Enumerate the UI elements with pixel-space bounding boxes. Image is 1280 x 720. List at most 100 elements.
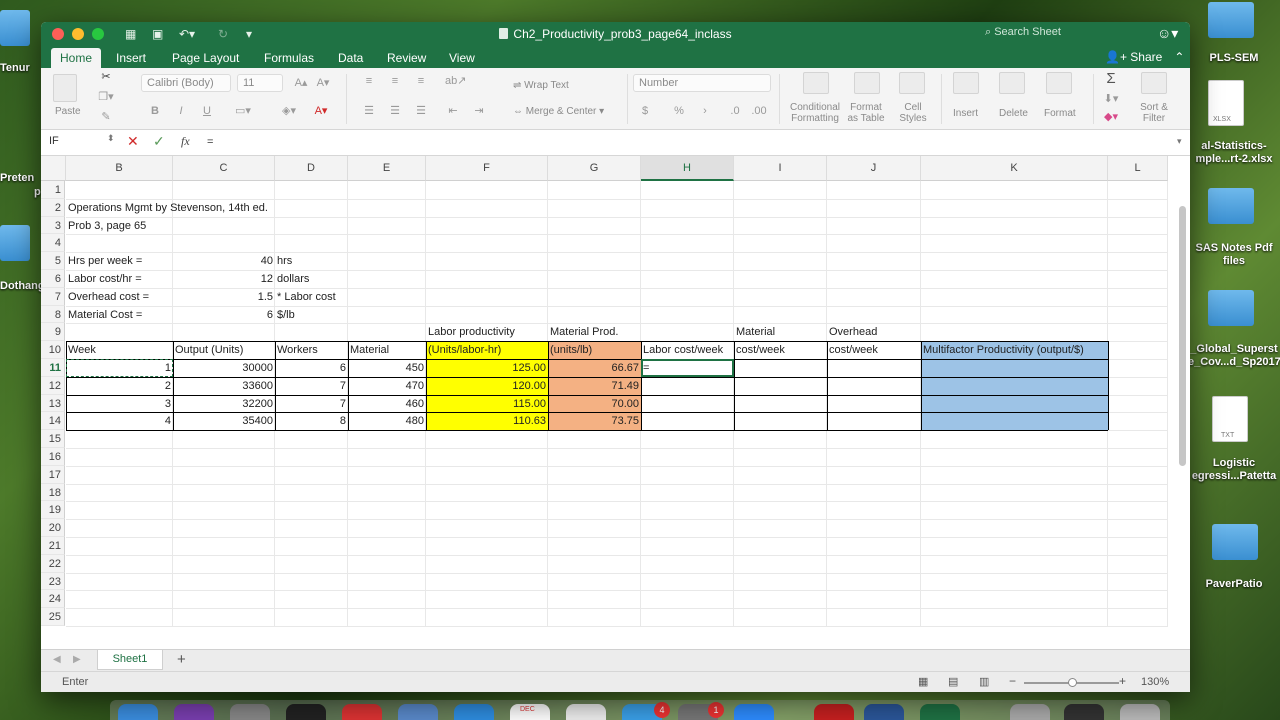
format-cells-button[interactable]: Format	[1044, 108, 1076, 119]
cell-styles-button[interactable]: Cell Styles	[893, 102, 933, 124]
currency-button[interactable]: $	[635, 102, 655, 120]
formula-input[interactable]: =	[207, 136, 213, 148]
table-row-material-productivity[interactable]: 73.75	[548, 412, 641, 430]
delete-cells-icon[interactable]	[999, 72, 1025, 94]
autosum-button[interactable]: Σ	[1101, 70, 1121, 88]
column-header-g[interactable]: G	[548, 156, 641, 181]
align-bottom-icon[interactable]: ≡	[411, 72, 431, 90]
font-size-select[interactable]: 11	[237, 74, 283, 92]
cell-d5[interactable]: hrs	[275, 252, 348, 270]
feedback-smiley-icon[interactable]: ☺▾	[1157, 25, 1178, 42]
calendar-icon[interactable]: DEC	[510, 704, 550, 720]
header-overhead-cost-line2[interactable]: cost/week	[827, 341, 921, 359]
table-row-output[interactable]: 35400	[173, 412, 275, 430]
table-row-week[interactable]: 2	[66, 377, 173, 395]
align-left-icon[interactable]: ☰	[359, 102, 379, 120]
row-header-23[interactable]: 23	[41, 572, 65, 591]
fill-icon[interactable]: ⬇▾	[1101, 90, 1121, 108]
row-header-13[interactable]: 13	[41, 394, 65, 413]
row-header-15[interactable]: 15	[41, 430, 65, 448]
cell-b6[interactable]: Labor cost/hr =	[66, 270, 173, 288]
fill-color-icon[interactable]: ◈▾	[279, 102, 299, 120]
page-break-view-icon[interactable]: ▥	[979, 675, 989, 688]
select-all-corner[interactable]	[41, 156, 66, 181]
column-header-k[interactable]: K	[921, 156, 1108, 181]
column-header-j[interactable]: J	[827, 156, 921, 181]
tab-home[interactable]: Home	[51, 48, 102, 68]
word-icon[interactable]	[864, 704, 904, 720]
terminal-icon[interactable]	[286, 704, 326, 720]
tab-view[interactable]: View	[440, 48, 484, 68]
cell-b7[interactable]: Overhead cost =	[66, 288, 173, 306]
table-row-material[interactable]: 460	[348, 395, 426, 413]
launchpad-icon[interactable]	[230, 704, 270, 720]
sort-filter-icon[interactable]	[1141, 72, 1167, 94]
zoom-out-icon[interactable]: −	[1009, 674, 1016, 688]
row-header-1[interactable]: 1	[41, 181, 65, 199]
zoom-level[interactable]: 130%	[1141, 676, 1169, 688]
underline-button[interactable]: U	[197, 102, 217, 120]
cell-b8[interactable]: Material Cost =	[66, 306, 173, 324]
row-header-14[interactable]: 14	[41, 412, 65, 431]
column-header-c[interactable]: C	[173, 156, 275, 181]
table-row-output[interactable]: 30000	[173, 359, 275, 377]
search-sheet-field[interactable]: ⌕ Search Sheet	[985, 26, 1145, 42]
insert-cells-button[interactable]: Insert	[953, 108, 978, 119]
vertical-scrollbar[interactable]	[1179, 206, 1186, 466]
spreadsheet-grid[interactable]: B C D E F G H I J K L 1 2 3 4 5 6 7 8 9 10 11 12 13 14 15 16 17 18 19…	[41, 156, 1190, 649]
cell-b5[interactable]: Hrs per week =	[66, 252, 173, 270]
sheet-tab[interactable]: Sheet1	[97, 650, 163, 670]
table-row-labor-productivity[interactable]: 115.00	[426, 395, 548, 413]
header-labor-productivity-line2[interactable]: (Units/labor-hr)	[426, 341, 548, 359]
percent-button[interactable]: %	[669, 102, 689, 120]
table-row-output[interactable]: 33600	[173, 377, 275, 395]
align-middle-icon[interactable]: ≡	[385, 72, 405, 90]
desktop-folder-icon[interactable]	[1212, 524, 1258, 560]
table-row-week[interactable]: 4	[66, 412, 173, 430]
txt-file-icon[interactable]: TXT	[1212, 396, 1248, 442]
table-row-material-productivity[interactable]: 66.67	[548, 359, 641, 377]
share-button[interactable]: 👤+ Share ⌃	[1105, 50, 1184, 64]
trash-icon[interactable]	[1120, 704, 1160, 720]
row-header-22[interactable]: 22	[41, 554, 65, 573]
cell-d7[interactable]: * Labor cost	[275, 288, 348, 306]
table-row-output[interactable]: 32200	[173, 395, 275, 413]
format-painter-icon[interactable]: ✎	[96, 108, 116, 126]
prev-sheet-icon[interactable]: ◀	[53, 654, 61, 665]
cell-h10[interactable]: Labor cost/week	[641, 341, 734, 359]
cancel-entry-icon[interactable]: ✕	[127, 133, 139, 150]
downloads-icon[interactable]	[1010, 704, 1050, 720]
zoom-slider-knob[interactable]	[1068, 678, 1077, 687]
finder-icon[interactable]	[118, 704, 158, 720]
xlsx-file-icon[interactable]: XLSX	[1208, 80, 1244, 126]
row-header-24[interactable]: 24	[41, 590, 65, 609]
italic-button[interactable]: I	[171, 102, 191, 120]
table-row-workers[interactable]: 8	[275, 412, 348, 430]
orientation-icon[interactable]: ab↗	[445, 72, 466, 90]
tab-page-layout[interactable]: Page Layout	[163, 48, 248, 68]
tab-insert[interactable]: Insert	[107, 48, 155, 68]
column-header-e[interactable]: E	[348, 156, 426, 181]
cell-c8[interactable]: 6	[173, 306, 275, 324]
desktop-folder-icon[interactable]	[1208, 188, 1254, 224]
cell-d10[interactable]: Workers	[275, 341, 348, 359]
font-color-icon[interactable]: A▾	[311, 102, 331, 120]
header-overhead-cost-line1[interactable]: Overhead	[827, 323, 921, 341]
table-row-labor-productivity[interactable]: 120.00	[426, 377, 548, 395]
comma-style-icon[interactable]: ›	[695, 102, 715, 120]
tab-data[interactable]: Data	[329, 48, 372, 68]
format-cells-icon[interactable]	[1046, 72, 1072, 94]
column-header-l[interactable]: L	[1108, 156, 1168, 181]
conditional-formatting-icon[interactable]	[803, 72, 829, 94]
tab-formulas[interactable]: Formulas	[255, 48, 323, 68]
column-header-f[interactable]: F	[426, 156, 548, 181]
siri-icon[interactable]	[174, 704, 214, 720]
column-header-i[interactable]: I	[734, 156, 827, 181]
column-header-b[interactable]: B	[66, 156, 173, 181]
format-as-table-button[interactable]: Format as Table	[841, 102, 891, 124]
row-header-7[interactable]: 7	[41, 287, 65, 306]
row-header-4[interactable]: 4	[41, 234, 65, 253]
row-header-8[interactable]: 8	[41, 305, 65, 324]
table-row-material-productivity[interactable]: 70.00	[548, 395, 641, 413]
copy-icon[interactable]: ❐▾	[96, 88, 116, 106]
